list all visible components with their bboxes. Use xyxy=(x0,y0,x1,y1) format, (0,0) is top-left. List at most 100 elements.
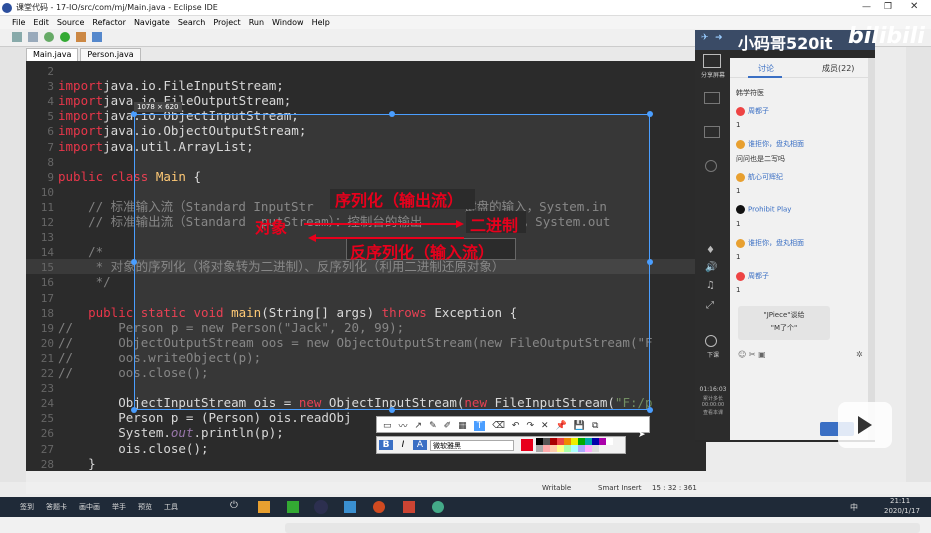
color-swatch[interactable] xyxy=(536,445,543,452)
pen-tool-icon[interactable]: ✎ xyxy=(429,421,437,431)
save-icon[interactable]: 💾 xyxy=(574,421,585,431)
eraser-tool-icon[interactable]: ⌫ xyxy=(492,421,505,431)
app2-icon[interactable] xyxy=(403,501,415,513)
code-line[interactable]: 3 importjava.io.FileInputStream; xyxy=(26,78,706,93)
resize-handle[interactable] xyxy=(131,259,137,265)
undo-icon[interactable]: ↶ xyxy=(512,421,520,431)
menu-search[interactable]: Search xyxy=(178,18,205,27)
taskbar-preview[interactable]: 预览 xyxy=(138,502,152,512)
tab-discussion[interactable]: 讨论 xyxy=(758,63,774,74)
color-swatch[interactable] xyxy=(550,438,557,445)
music-icon[interactable]: ♫ xyxy=(706,280,715,291)
color-swatch[interactable] xyxy=(536,438,543,445)
new-icon[interactable] xyxy=(12,32,22,42)
menu-refactor[interactable]: Refactor xyxy=(92,18,126,27)
eclipse-taskbar-icon[interactable] xyxy=(314,500,328,514)
color-swatch[interactable] xyxy=(543,445,550,452)
resize-handle[interactable] xyxy=(647,111,653,117)
copy-icon[interactable]: ⧉ xyxy=(592,421,598,431)
color-swatch[interactable] xyxy=(592,445,599,452)
curve-tool-icon[interactable]: 〰 xyxy=(399,419,408,432)
taskbar-checkin[interactable]: 签到 xyxy=(20,502,34,512)
scissors-icon[interactable]: ✂ xyxy=(749,350,756,359)
color-swatch[interactable] xyxy=(564,445,571,452)
color-swatch[interactable] xyxy=(557,438,564,445)
pin-window-icon[interactable]: ✈ xyxy=(701,33,709,43)
taskbar-answer-card[interactable]: 答题卡 xyxy=(46,502,67,512)
color-swatch[interactable] xyxy=(585,445,592,452)
pin-icon[interactable]: 📌 xyxy=(556,421,567,431)
share-screen-icon[interactable] xyxy=(703,54,721,68)
emoji-icon[interactable]: ☺ xyxy=(738,350,746,359)
redo-icon[interactable]: ↷ xyxy=(526,421,534,431)
resize-handle[interactable] xyxy=(131,407,137,413)
search-icon[interactable] xyxy=(92,32,102,42)
tab-main-java[interactable]: Main.java xyxy=(26,48,79,61)
video-icon[interactable] xyxy=(704,126,720,138)
power-icon[interactable]: ⏻ xyxy=(230,500,238,511)
menu-run[interactable]: Run xyxy=(249,18,264,27)
menu-navigate[interactable]: Navigate xyxy=(134,18,170,27)
color-palette[interactable] xyxy=(536,438,616,452)
close-icon[interactable]: ✕ xyxy=(910,1,918,12)
settings-icon[interactable]: ✲ xyxy=(856,350,863,359)
color-swatch[interactable] xyxy=(571,438,578,445)
app-icon[interactable] xyxy=(287,501,299,513)
image-icon[interactable]: ▣ xyxy=(758,350,766,359)
underline-icon[interactable]: A xyxy=(413,440,427,450)
taskbar-raise-hand[interactable]: 举手 xyxy=(112,502,126,512)
chrome-icon[interactable] xyxy=(432,501,444,513)
tab-person-java[interactable]: Person.java xyxy=(80,48,141,61)
bold-icon[interactable]: B xyxy=(379,440,393,450)
folder-icon[interactable] xyxy=(258,501,270,513)
code-line[interactable]: 4 importjava.io.FileOutputStream; xyxy=(26,93,706,108)
vscode-icon[interactable] xyxy=(344,501,356,513)
chat-scrollbar[interactable] xyxy=(868,58,875,440)
end-class-icon[interactable] xyxy=(705,335,717,347)
chat-input-preview[interactable]: "JPiece"谈给 "M了个" xyxy=(738,306,830,340)
maximize-icon[interactable]: ❐ xyxy=(884,2,892,12)
mosaic-tool-icon[interactable]: ▦ xyxy=(458,421,467,431)
resize-handle[interactable] xyxy=(389,111,395,117)
code-line[interactable]: 28 } xyxy=(26,456,706,471)
color-swatch[interactable] xyxy=(543,438,550,445)
ppt-icon[interactable] xyxy=(373,501,385,513)
resize-handle[interactable] xyxy=(647,407,653,413)
taskbar-pip[interactable]: 画中画 xyxy=(79,502,100,512)
mic-icon[interactable]: ♦ xyxy=(706,245,715,256)
color-swatch[interactable] xyxy=(550,445,557,452)
italic-icon[interactable]: I xyxy=(396,440,410,450)
record-icon[interactable] xyxy=(705,160,717,172)
menu-edit[interactable]: Edit xyxy=(33,18,49,27)
tab-members[interactable]: 成员(22) xyxy=(822,63,854,74)
external-tools-icon[interactable] xyxy=(76,32,86,42)
menu-project[interactable]: Project xyxy=(213,18,240,27)
arrow-tool-icon[interactable]: ↗ xyxy=(415,421,423,431)
marker-tool-icon[interactable]: ✐ xyxy=(444,421,452,431)
text-tool-icon[interactable]: T xyxy=(473,420,486,431)
color-swatch[interactable] xyxy=(557,445,564,452)
resize-handle[interactable] xyxy=(647,259,653,265)
code-line[interactable]: 2 xyxy=(26,63,706,78)
resize-handle[interactable] xyxy=(389,407,395,413)
menu-source[interactable]: Source xyxy=(57,18,84,27)
rect-tool-icon[interactable]: ▭ xyxy=(383,421,392,431)
color-swatch[interactable] xyxy=(578,438,585,445)
font-select[interactable]: 微软雅黑 xyxy=(430,439,514,451)
run-icon[interactable] xyxy=(60,32,70,42)
current-color-swatch[interactable] xyxy=(521,439,533,451)
cancel-icon[interactable]: ✕ xyxy=(541,421,549,431)
menu-window[interactable]: Window xyxy=(272,18,304,27)
save-icon[interactable] xyxy=(28,32,38,42)
color-swatch[interactable] xyxy=(571,445,578,452)
whiteboard-icon[interactable] xyxy=(704,92,720,104)
menu-file[interactable]: File xyxy=(12,18,25,27)
taskbar-tools[interactable]: 工具 xyxy=(164,502,178,512)
expand-icon[interactable]: ⤢ xyxy=(706,300,714,311)
color-swatch[interactable] xyxy=(606,438,613,445)
color-swatch[interactable] xyxy=(578,445,585,452)
share-icon[interactable]: ➜ xyxy=(715,33,723,43)
color-swatch[interactable] xyxy=(585,438,592,445)
debug-icon[interactable] xyxy=(44,32,54,42)
minimize-icon[interactable]: — xyxy=(862,2,871,12)
